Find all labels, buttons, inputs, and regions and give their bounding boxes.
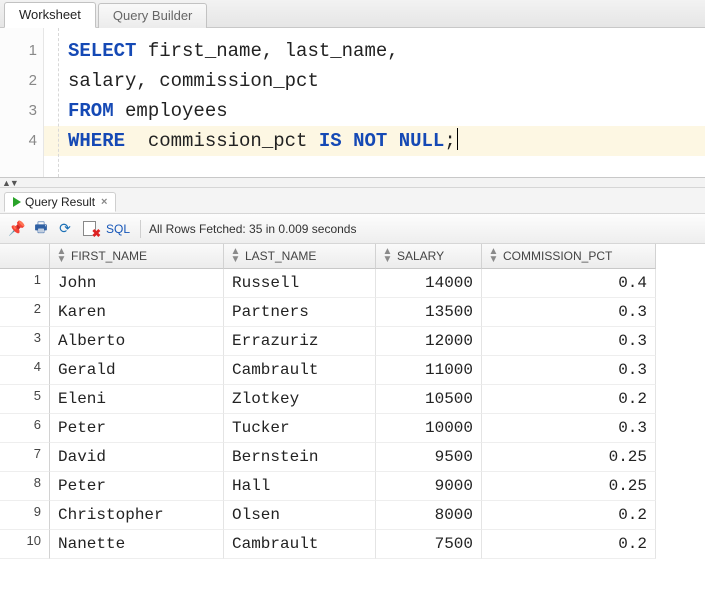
row-number: 9 [0, 501, 50, 530]
result-tabbar: Query Result × [0, 188, 705, 214]
grid-cell[interactable]: Olsen [224, 501, 376, 530]
column-header[interactable]: ▲▼ FIRST_NAME [50, 244, 224, 269]
column-header-label: COMMISSION_PCT [503, 249, 612, 263]
sort-icon: ▲▼ [56, 248, 67, 264]
gutter-line-number: 3 [0, 96, 37, 126]
results-grid[interactable]: ▲▼ FIRST_NAME ▲▼ LAST_NAME ▲▼ SALARY ▲▼ COMMISS… [0, 244, 705, 559]
refresh-icon[interactable]: ⟳ [56, 220, 74, 238]
result-toolbar: 📌 🖶 ⟳ ✖ SQL All Rows Fetched: 35 in 0.00… [0, 214, 705, 244]
grid-cell[interactable]: Cambrault [224, 530, 376, 559]
grid-cell[interactable]: 10500 [376, 385, 482, 414]
close-icon[interactable]: × [99, 196, 109, 208]
grid-cell[interactable]: Peter [50, 472, 224, 501]
grid-cell[interactable]: Eleni [50, 385, 224, 414]
fetch-status: All Rows Fetched: 35 in 0.009 seconds [149, 222, 356, 236]
grid-cell[interactable]: 0.3 [482, 298, 656, 327]
grid-cell[interactable]: Alberto [50, 327, 224, 356]
row-number: 2 [0, 298, 50, 327]
editor-margin-guide [58, 28, 59, 177]
column-header[interactable]: ▲▼ LAST_NAME [224, 244, 376, 269]
grid-cell[interactable]: Tucker [224, 414, 376, 443]
pin-icon[interactable]: 📌 [8, 220, 26, 238]
grid-cell[interactable]: Cambrault [224, 356, 376, 385]
row-number: 7 [0, 443, 50, 472]
gutter-line-number: 1 [0, 36, 37, 66]
row-number: 8 [0, 472, 50, 501]
row-number: 10 [0, 530, 50, 559]
grid-cell[interactable]: 10000 [376, 414, 482, 443]
grid-cell[interactable]: Gerald [50, 356, 224, 385]
sort-icon: ▲▼ [230, 248, 241, 264]
tab-query-result[interactable]: Query Result × [4, 192, 116, 212]
row-number: 1 [0, 269, 50, 298]
row-number: 6 [0, 414, 50, 443]
grid-cell[interactable]: 0.3 [482, 327, 656, 356]
grid-cell[interactable]: 0.2 [482, 501, 656, 530]
clear-results-icon[interactable]: ✖ [80, 220, 98, 238]
tab-worksheet[interactable]: Worksheet [4, 2, 96, 28]
splitter-handle-icon: ▲▼ [2, 178, 18, 188]
grid-cell[interactable]: 14000 [376, 269, 482, 298]
code-line[interactable]: WHERE commission_pct IS NOT NULL; [44, 126, 705, 156]
grid-cell[interactable]: 13500 [376, 298, 482, 327]
grid-cell[interactable]: Christopher [50, 501, 224, 530]
column-header[interactable]: ▲▼ SALARY [376, 244, 482, 269]
grid-cell[interactable]: Zlotkey [224, 385, 376, 414]
print-icon[interactable]: 🖶 [32, 220, 50, 238]
grid-cell[interactable]: Errazuriz [224, 327, 376, 356]
grid-cell[interactable]: 0.25 [482, 472, 656, 501]
grid-cell[interactable]: 0.3 [482, 356, 656, 385]
grid-cell[interactable]: Nanette [50, 530, 224, 559]
tab-query-builder[interactable]: Query Builder [98, 3, 207, 28]
sort-icon: ▲▼ [488, 248, 499, 264]
grid-cell[interactable]: Karen [50, 298, 224, 327]
row-number: 3 [0, 327, 50, 356]
grid-corner [0, 244, 50, 269]
editor-tabbar: Worksheet Query Builder [0, 0, 705, 28]
sql-link[interactable]: SQL [104, 222, 132, 236]
grid-cell[interactable]: Hall [224, 472, 376, 501]
sql-editor[interactable]: 1234 SELECT first_name, last_name,salary… [0, 28, 705, 178]
code-line[interactable]: FROM employees [44, 96, 705, 126]
gutter-line-number: 2 [0, 66, 37, 96]
run-icon [13, 197, 21, 207]
grid-cell[interactable]: 0.25 [482, 443, 656, 472]
grid-cell[interactable]: 0.4 [482, 269, 656, 298]
grid-cell[interactable]: Russell [224, 269, 376, 298]
text-cursor [457, 128, 459, 150]
grid-cell[interactable]: 9500 [376, 443, 482, 472]
grid-cell[interactable]: Bernstein [224, 443, 376, 472]
sort-icon: ▲▼ [382, 248, 393, 264]
column-header-label: FIRST_NAME [71, 249, 147, 263]
column-header-label: LAST_NAME [245, 249, 316, 263]
grid-cell[interactable]: 0.2 [482, 385, 656, 414]
result-tab-label: Query Result [25, 195, 95, 209]
toolbar-separator [140, 220, 141, 238]
grid-cell[interactable]: Partners [224, 298, 376, 327]
row-number: 4 [0, 356, 50, 385]
code-line[interactable]: salary, commission_pct [44, 66, 705, 96]
grid-cell[interactable]: 11000 [376, 356, 482, 385]
pane-splitter[interactable]: ▲▼ [0, 178, 705, 188]
grid-cell[interactable]: 8000 [376, 501, 482, 530]
grid-cell[interactable]: 12000 [376, 327, 482, 356]
grid-cell[interactable]: 7500 [376, 530, 482, 559]
gutter-line-number: 4 [0, 126, 37, 156]
grid-cell[interactable]: 0.3 [482, 414, 656, 443]
grid-cell[interactable]: Peter [50, 414, 224, 443]
grid-cell[interactable]: David [50, 443, 224, 472]
editor-code-area[interactable]: SELECT first_name, last_name,salary, com… [44, 28, 705, 177]
grid-cell[interactable]: 0.2 [482, 530, 656, 559]
column-header-label: SALARY [397, 249, 444, 263]
code-line[interactable]: SELECT first_name, last_name, [44, 36, 705, 66]
grid-cell[interactable]: John [50, 269, 224, 298]
row-number: 5 [0, 385, 50, 414]
column-header[interactable]: ▲▼ COMMISSION_PCT [482, 244, 656, 269]
grid-cell[interactable]: 9000 [376, 472, 482, 501]
editor-gutter: 1234 [0, 28, 44, 177]
